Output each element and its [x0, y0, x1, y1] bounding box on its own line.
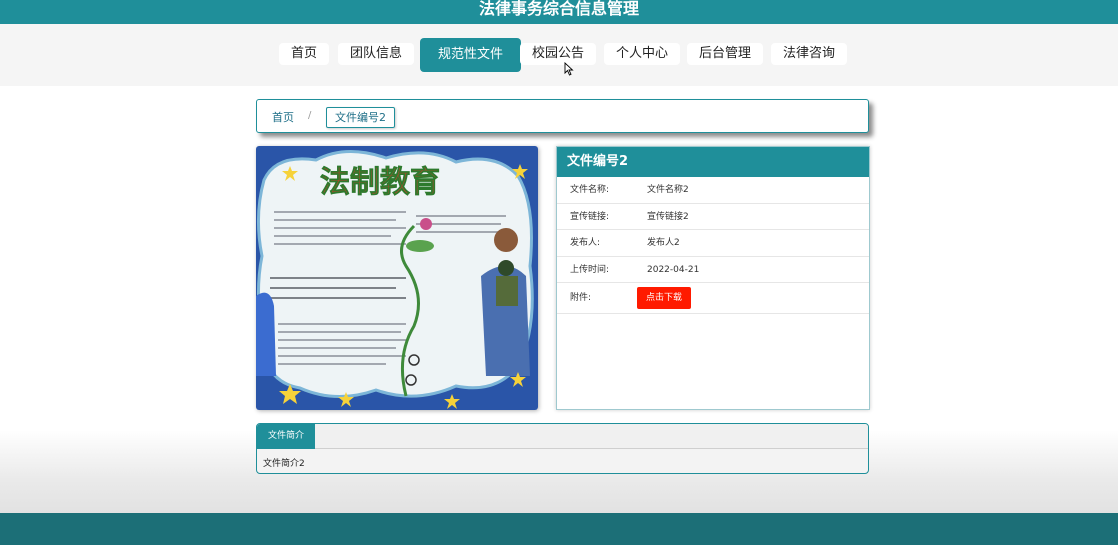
page-footer	[0, 513, 1118, 545]
tab-description[interactable]: 文件简介	[257, 424, 315, 449]
detail-value: 2022-04-21	[647, 264, 700, 275]
poster-title: 法制教育	[320, 165, 440, 200]
detail-value: 发布人2	[647, 238, 680, 248]
download-button[interactable]: 点击下载	[637, 287, 691, 309]
top-nav: 首页 团队信息 规范性文件 校园公告 个人中心 后台管理 法律咨询	[0, 24, 1118, 86]
detail-label: 附件:	[570, 293, 592, 303]
nav-item-legal-consult[interactable]: 法律咨询	[771, 43, 848, 65]
detail-row-name: 文件名称: 文件名称2	[557, 177, 869, 204]
breadcrumb-home-link[interactable]: 首页	[272, 109, 294, 125]
nav-item-admin[interactable]: 后台管理	[687, 43, 764, 65]
app-title: 法律事务综合信息管理	[478, 0, 639, 18]
description-tab-bar: 文件简介	[257, 424, 868, 449]
detail-value: 文件名称2	[647, 185, 689, 195]
detail-title: 文件编号2	[557, 147, 869, 177]
breadcrumb-separator: /	[308, 110, 312, 121]
mouse-cursor-icon	[564, 62, 574, 76]
nav-item-announcements[interactable]: 校园公告	[520, 43, 597, 65]
detail-label: 宣传链接:	[570, 211, 610, 222]
detail-value: 宣传链接2	[647, 211, 689, 222]
nav-item-profile[interactable]: 个人中心	[604, 43, 681, 65]
document-detail-panel: 文件编号2 文件名称: 文件名称2 宣传链接: 宣传链接2 发布人: 发布人2 …	[556, 146, 870, 410]
detail-label: 上传时间:	[570, 264, 610, 275]
nav-item-team[interactable]: 团队信息	[338, 43, 415, 65]
detail-label: 发布人:	[570, 238, 601, 248]
nav-item-home[interactable]: 首页	[279, 43, 330, 65]
detail-row-upload-time: 上传时间: 2022-04-21	[557, 257, 869, 283]
detail-row-link: 宣传链接: 宣传链接2	[557, 204, 869, 230]
app-title-bar: 法律事务综合信息管理	[0, 0, 1118, 24]
detail-row-publisher: 发布人: 发布人2	[557, 230, 869, 257]
detail-row-attachment: 附件: 点击下载	[557, 283, 869, 314]
nav-item-normative-docs[interactable]: 规范性文件	[420, 38, 522, 72]
breadcrumb-current: 文件编号2	[326, 107, 395, 128]
detail-label: 文件名称:	[570, 185, 610, 195]
description-content: 文件简介2	[263, 459, 305, 469]
document-cover-image: 法制教育	[256, 146, 538, 410]
breadcrumb: 首页 / 文件编号2	[256, 99, 869, 133]
description-panel: 文件简介 文件简介2	[256, 423, 869, 474]
